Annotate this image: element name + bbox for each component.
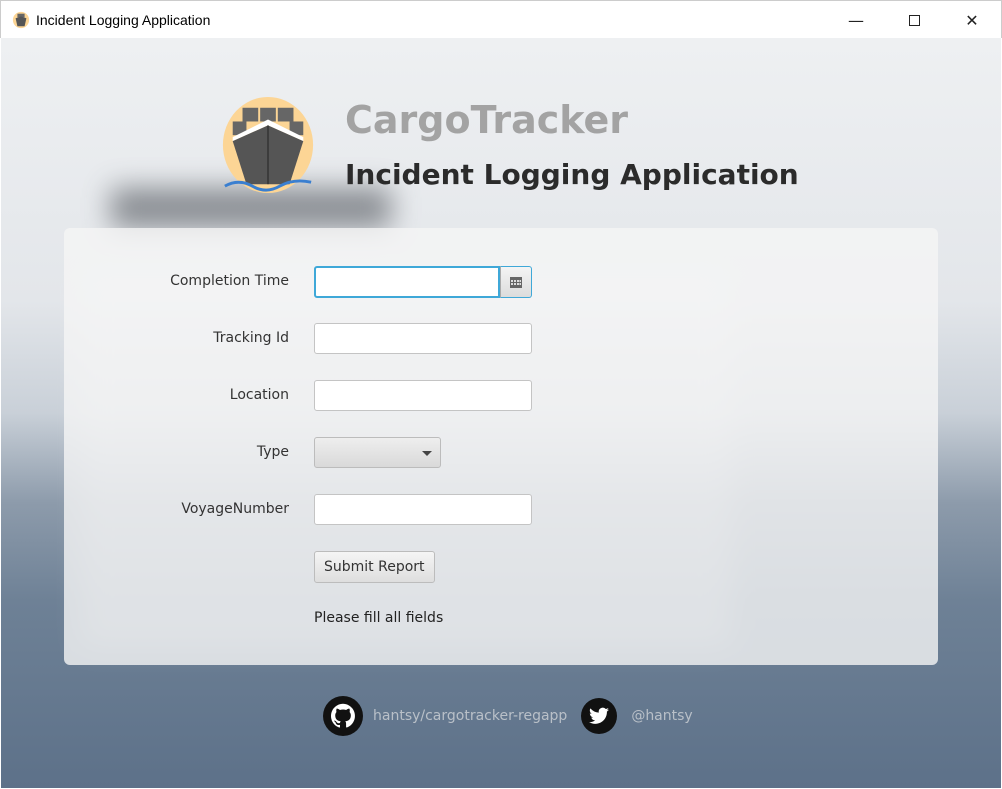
tracking-id-label: Tracking Id <box>213 330 289 346</box>
twitter-link[interactable]: @hantsy <box>631 708 692 724</box>
completion-time-label: Completion Time <box>170 273 289 289</box>
title-bar: Incident Logging Application — ✕ <box>0 0 1002 38</box>
main-content: CargoTracker Incident Logging Applicatio… <box>1 38 1001 788</box>
cargotracker-logo <box>222 96 314 194</box>
type-label: Type <box>256 444 289 460</box>
github-icon[interactable] <box>323 696 363 736</box>
chevron-down-icon <box>422 451 432 456</box>
github-link[interactable]: hantsy/cargotracker-regapp <box>373 708 567 724</box>
background-ship <box>111 188 391 228</box>
brand-title: CargoTracker <box>345 98 628 142</box>
page-title: Incident Logging Application <box>345 158 799 191</box>
close-button[interactable]: ✕ <box>943 1 1001 39</box>
status-message: Please fill all fields <box>314 610 444 626</box>
maximize-button[interactable] <box>885 1 943 39</box>
incident-form: Completion Time Tracking Id Location Typ… <box>64 228 938 665</box>
submit-report-button[interactable]: Submit Report <box>314 551 435 583</box>
app-icon <box>12 11 30 28</box>
minimize-button[interactable]: — <box>827 1 885 39</box>
calendar-icon <box>510 276 522 288</box>
completion-time-input[interactable] <box>314 266 500 298</box>
window-title: Incident Logging Application <box>36 11 211 28</box>
type-select[interactable] <box>314 437 441 468</box>
date-picker-button[interactable] <box>500 266 532 298</box>
location-input[interactable] <box>314 380 532 411</box>
footer: hantsy/cargotracker-regapp @hantsy <box>323 696 693 736</box>
location-label: Location <box>229 387 289 403</box>
voyage-number-input[interactable] <box>314 494 532 525</box>
voyage-number-label: VoyageNumber <box>181 501 289 517</box>
twitter-icon[interactable] <box>581 698 618 734</box>
tracking-id-input[interactable] <box>314 323 532 354</box>
